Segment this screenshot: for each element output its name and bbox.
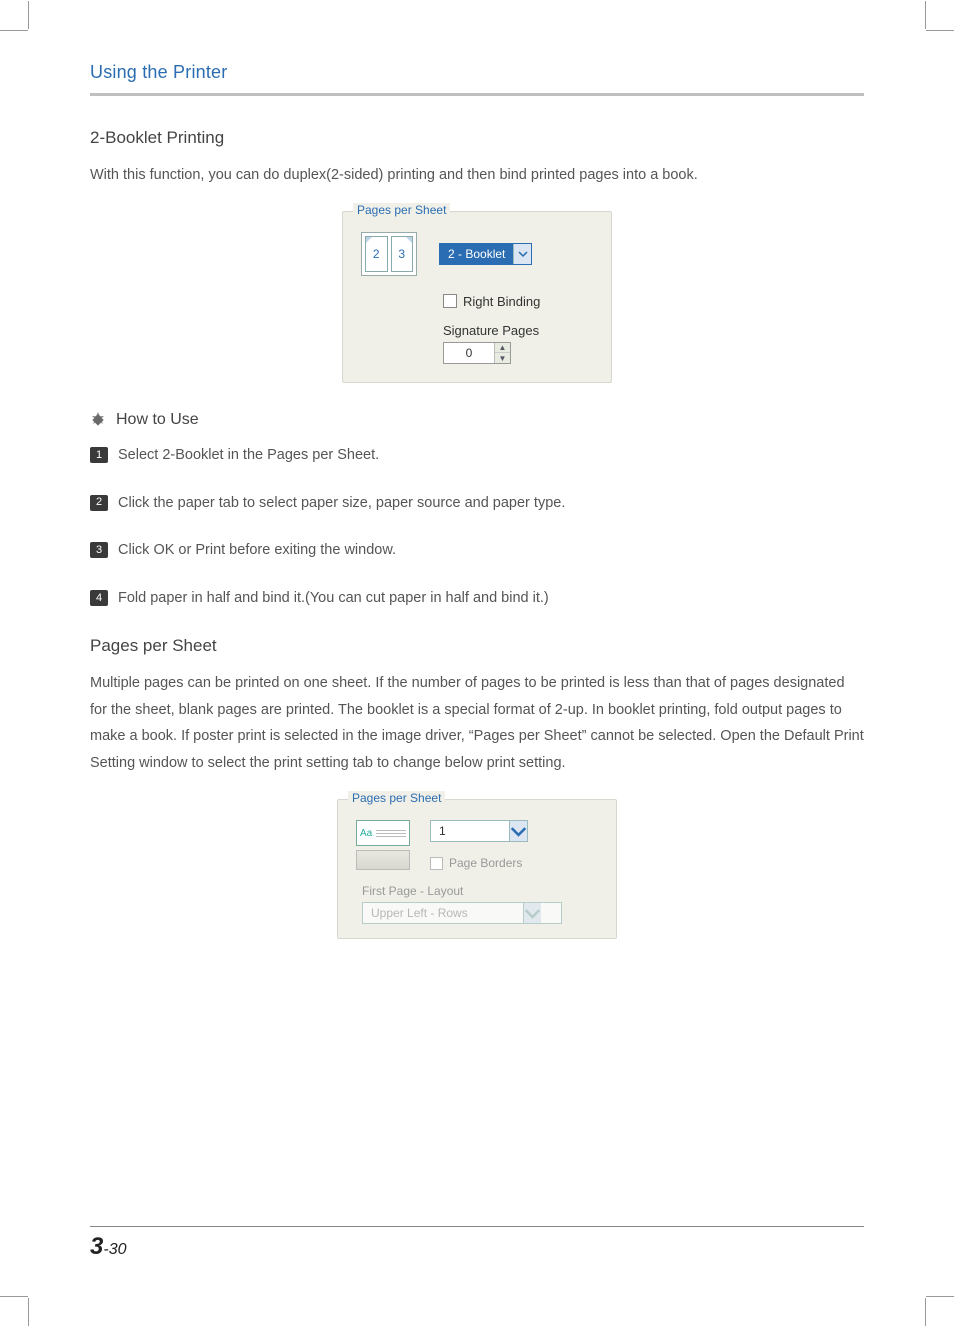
booklet-page-left: 2 xyxy=(373,247,380,261)
section-header: Using the Printer xyxy=(90,62,864,96)
paragraph-pages-per-sheet: Multiple pages can be printed on one she… xyxy=(90,670,864,777)
chevron-down-icon xyxy=(509,821,527,841)
step-item: 2 Click the paper tab to select paper si… xyxy=(90,493,864,515)
spinner-up-icon[interactable]: ▲ xyxy=(495,343,510,354)
pages-count-dropdown[interactable]: 1 xyxy=(430,820,528,842)
chapter-number: 3 xyxy=(90,1233,103,1260)
paragraph-booklet-intro: With this function, you can do duplex(2-… xyxy=(90,162,864,189)
signature-pages-label: Signature Pages xyxy=(443,323,593,338)
step-text: Fold paper in half and bind it.(You can … xyxy=(118,588,549,610)
step-text: Select 2-Booklet in the Pages per Sheet. xyxy=(118,445,379,467)
signature-pages-value: 0 xyxy=(444,343,494,363)
booklet-preview-icon: 2 3 xyxy=(361,232,417,276)
pages-preview-icon: Aa xyxy=(356,820,410,870)
step-item: 4 Fold paper in half and bind it.(You ca… xyxy=(90,588,864,610)
page-footer: 3-30 xyxy=(90,1216,864,1261)
heading-pages-per-sheet: Pages per Sheet xyxy=(90,636,864,656)
chevron-down-icon xyxy=(513,244,531,264)
page-number: -30 xyxy=(103,1241,126,1258)
how-to-use-heading: How to Use xyxy=(116,411,199,429)
groupbox-legend: Pages per Sheet xyxy=(353,203,450,217)
step-number-badge: 3 xyxy=(90,542,108,558)
step-text: Click OK or Print before exiting the win… xyxy=(118,540,396,562)
dropdown-selected-value: Upper Left - Rows xyxy=(363,903,523,923)
step-number-badge: 1 xyxy=(90,447,108,463)
diamond-bullet-icon xyxy=(90,412,106,428)
first-page-layout-dropdown: Upper Left - Rows xyxy=(362,902,562,924)
step-number-badge: 4 xyxy=(90,590,108,606)
right-binding-checkbox[interactable] xyxy=(443,294,457,308)
step-item: 1 Select 2-Booklet in the Pages per Shee… xyxy=(90,445,864,467)
page-borders-label: Page Borders xyxy=(449,856,522,870)
pages-per-sheet-dropdown[interactable]: 2 - Booklet xyxy=(439,243,532,265)
heading-booklet-printing: 2-Booklet Printing xyxy=(90,128,864,148)
first-page-layout-label: First Page - Layout xyxy=(362,884,598,898)
step-text: Click the paper tab to select paper size… xyxy=(118,493,565,515)
page-borders-checkbox[interactable] xyxy=(430,857,443,870)
right-binding-label: Right Binding xyxy=(463,294,540,309)
dropdown-selected-value: 2 - Booklet xyxy=(440,244,513,264)
preview-aa-text: Aa xyxy=(360,828,372,839)
dropdown-selected-value: 1 xyxy=(431,821,509,841)
step-number-badge: 2 xyxy=(90,495,108,511)
chevron-down-icon xyxy=(523,903,541,923)
booklet-page-right: 3 xyxy=(398,247,405,261)
groupbox-legend: Pages per Sheet xyxy=(348,791,445,805)
signature-pages-spinner[interactable]: 0 ▲ ▼ xyxy=(443,342,511,364)
groupbox-pages-per-sheet: Pages per Sheet Aa 1 xyxy=(337,799,617,939)
groupbox-pages-per-sheet-booklet: Pages per Sheet 2 3 2 - Booklet Right Bi… xyxy=(342,211,612,383)
step-item: 3 Click OK or Print before exiting the w… xyxy=(90,540,864,562)
spinner-down-icon[interactable]: ▼ xyxy=(495,353,510,363)
